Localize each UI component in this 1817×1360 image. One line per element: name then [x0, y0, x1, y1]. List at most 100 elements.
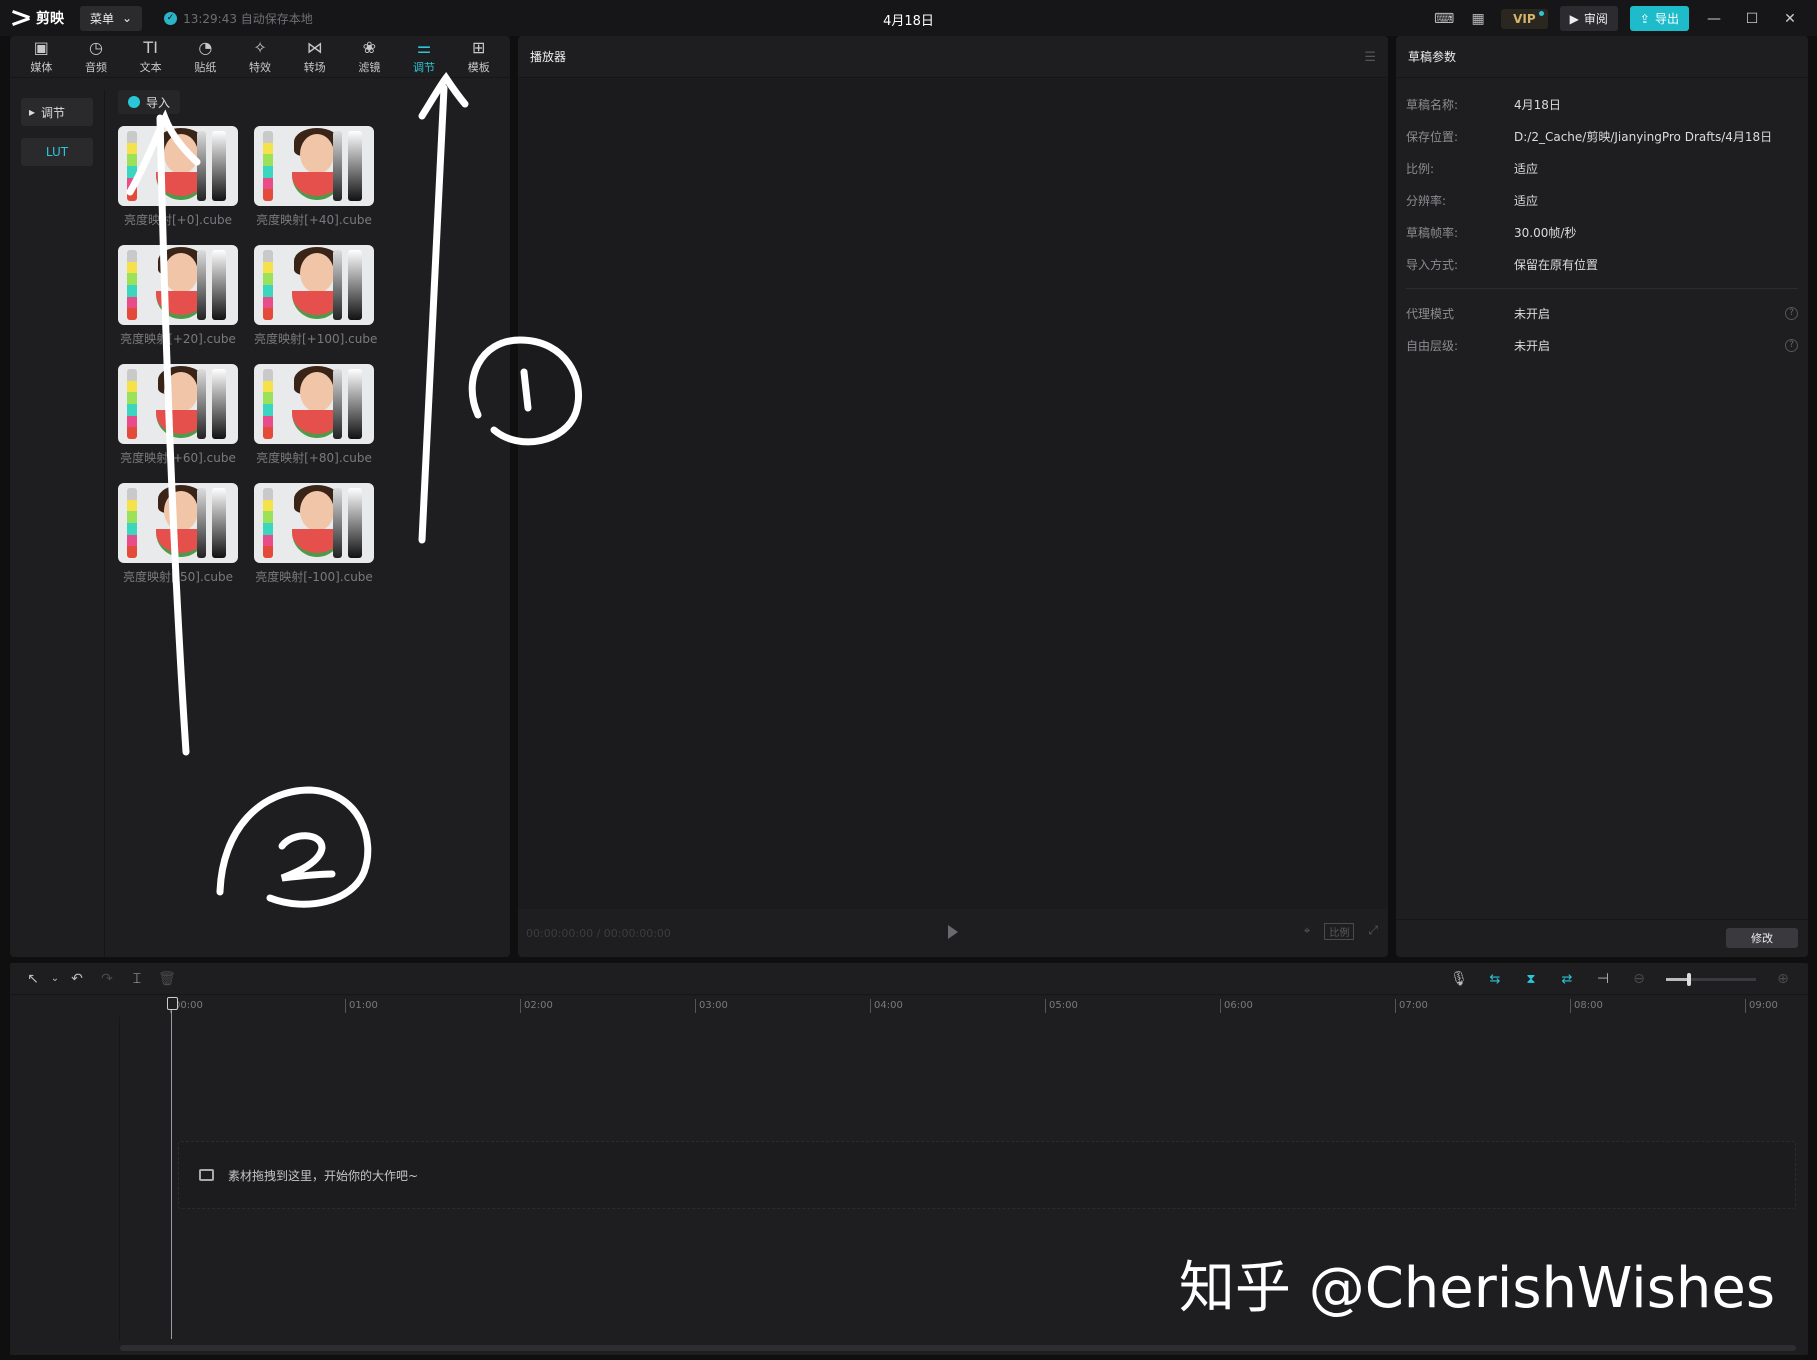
drop-zone[interactable]: 素材拖拽到这里，开始你的大作吧~ — [178, 1141, 1796, 1209]
microphone-icon[interactable]: 🎙 — [1444, 967, 1474, 991]
linkage-icon[interactable]: ⇄ — [1552, 967, 1582, 991]
color-bars — [263, 488, 273, 558]
vip-button[interactable]: VIP — [1501, 8, 1548, 29]
caret-right-icon: ▸ — [29, 105, 36, 119]
tab-template[interactable]: ⊞ 模板 — [451, 36, 506, 77]
thumb-face — [300, 372, 334, 412]
zoom-out-icon[interactable]: ⊖ — [1624, 967, 1654, 991]
film-icon — [199, 1169, 214, 1181]
zoom-in-icon[interactable]: ⊕ — [1768, 967, 1798, 991]
help-icon[interactable]: ? — [1785, 306, 1798, 320]
tab-media[interactable]: ▣ 媒体 — [14, 36, 69, 77]
params-footer: 修改 — [1396, 919, 1808, 957]
zoom-handle[interactable] — [1686, 972, 1691, 986]
thumb-gray — [197, 250, 206, 320]
lut-item[interactable]: 亮度映射[+80].cube — [254, 364, 374, 466]
lut-item[interactable]: 亮度映射[+100].cube — [254, 245, 378, 347]
select-cursor-icon[interactable]: ↖ — [18, 967, 48, 991]
redo-icon[interactable]: ↷ — [92, 967, 122, 991]
menu-button[interactable]: 菜单 ⌄ — [80, 5, 143, 31]
ratio-button[interactable]: 比例 — [1324, 923, 1355, 940]
tab-transition[interactable]: ⋈ 转场 — [287, 36, 342, 77]
tab-label: 模板 — [467, 60, 490, 74]
split-icon[interactable]: ⌶ — [122, 967, 152, 991]
zoom-slider[interactable] — [1666, 972, 1756, 986]
ruler-tick: 03:00 — [695, 999, 728, 1013]
lut-item[interactable]: 亮度映射[-50].cube — [118, 483, 238, 585]
tab-text[interactable]: TI 文本 — [123, 36, 178, 77]
auto-snap-icon[interactable]: ⧗ — [1516, 967, 1546, 991]
export-button[interactable]: ⇪ 导出 — [1629, 6, 1689, 31]
playhead[interactable] — [167, 997, 178, 1339]
screenshot-icon[interactable]: ⌖ — [1304, 923, 1311, 940]
plus-icon — [128, 96, 140, 108]
thumb-face — [164, 372, 198, 412]
color-bars — [263, 369, 273, 439]
lut-item[interactable]: 亮度映射[+20].cube — [118, 245, 238, 347]
horizontal-scrollbar[interactable] — [120, 1345, 1796, 1351]
close-icon[interactable]: ✕ — [1777, 8, 1803, 30]
thumb-gray — [333, 488, 342, 558]
time-ruler[interactable]: 00:00 01:00 02:00 03:00 04:00 05:00 06:00 07:00… — [170, 995, 1808, 1017]
layout-icon[interactable]: ▦ — [1467, 8, 1489, 30]
param-value: 适应 — [1514, 161, 1539, 176]
param-row: 代理模式 未开启? — [1396, 297, 1808, 329]
sidebar-item-label: 调节 — [41, 105, 66, 120]
keyboard-icon[interactable]: ⌨ — [1433, 8, 1455, 30]
lut-item[interactable]: 亮度映射[-100].cube — [254, 483, 374, 585]
tab-sticker[interactable]: ◔ 贴纸 — [178, 36, 233, 77]
player-panel: 播放器 ☰ 00:00:00:00 / 00:00:00:00 ⌖ 比例 ⤢ — [518, 36, 1388, 957]
ruler-tick: 07:00 — [1395, 999, 1428, 1013]
param-row: 保存位置: D:/2_Cache/剪映/JianyingPro Drafts/4月… — [1396, 120, 1808, 152]
thumb-face — [164, 253, 198, 293]
tab-adjust[interactable]: ⚌ 调节 — [397, 36, 452, 77]
undo-icon[interactable]: ↶ — [62, 967, 92, 991]
player-title-bar: 播放器 ☰ — [518, 36, 1388, 78]
param-key: 分辨率: — [1406, 193, 1447, 208]
title-actions: ⌨ ▦ VIP ▶ 审阅 ⇪ 导出 — ☐ ✕ — [1433, 6, 1803, 31]
player-footer: 00:00:00:00 / 00:00:00:00 ⌖ 比例 ⤢ — [518, 909, 1388, 957]
maximize-icon[interactable]: ☐ — [1739, 8, 1765, 30]
timecode: 00:00:00:00 / 00:00:00:00 — [526, 926, 671, 940]
import-button[interactable]: 导入 — [118, 90, 181, 114]
lut-item[interactable]: 亮度映射[+40].cube — [254, 126, 374, 228]
lut-label: 亮度映射[+80].cube — [256, 451, 372, 465]
tab-label: 贴纸 — [194, 60, 217, 74]
preview-axis-icon[interactable]: ⊣ — [1588, 967, 1618, 991]
help-icon[interactable]: ? — [1785, 338, 1798, 352]
minimize-icon[interactable]: — — [1701, 8, 1727, 30]
lut-item[interactable]: 亮度映射[+0].cube — [118, 126, 238, 228]
fullscreen-icon[interactable]: ⤢ — [1368, 923, 1378, 940]
lut-label: 亮度映射[+0].cube — [123, 213, 233, 227]
param-key: 导入方式: — [1406, 257, 1459, 272]
modify-button[interactable]: 修改 — [1726, 928, 1798, 948]
lut-thumbnail — [254, 364, 374, 444]
play-icon[interactable] — [948, 925, 958, 939]
sidebar-item-adjust[interactable]: ▸ 调节 — [21, 98, 93, 126]
template-icon: ⊞ — [472, 37, 486, 57]
color-bars — [127, 250, 137, 320]
zoom-fill — [1666, 977, 1689, 981]
main-track-magnet-icon[interactable]: ⇆ — [1480, 967, 1510, 991]
tab-audio[interactable]: ◷ 音频 — [69, 36, 124, 77]
param-row: 导入方式: 保留在原有位置 — [1396, 248, 1808, 280]
check-icon: ✓ — [164, 11, 178, 25]
thumb-grad — [212, 369, 226, 439]
menu-icon[interactable]: ☰ — [1364, 50, 1376, 65]
lut-item[interactable]: 亮度映射[+60].cube — [118, 364, 238, 466]
review-button[interactable]: ▶ 审阅 — [1559, 6, 1618, 31]
player-screen[interactable] — [518, 79, 1388, 909]
lut-label: 亮度映射[-50].cube — [123, 570, 233, 584]
tab-filter[interactable]: ❀ 滤镜 — [342, 36, 397, 77]
param-value: 30.00帧/秒 — [1514, 225, 1577, 240]
chevron-down-icon[interactable]: ⌄ — [48, 967, 62, 991]
lut-label: 亮度映射[+40].cube — [256, 213, 372, 227]
lut-thumbnail — [118, 483, 238, 563]
lut-label: 亮度映射[+100].cube — [254, 332, 378, 346]
sidebar-item-lut[interactable]: LUT — [21, 138, 93, 166]
delete-icon[interactable]: 🗑 — [152, 967, 182, 991]
color-bars — [127, 488, 137, 558]
tab-effects[interactable]: ✧ 特效 — [233, 36, 288, 77]
ruler-tick: 08:00 — [1570, 999, 1603, 1013]
tab-label: 文本 — [139, 60, 162, 74]
